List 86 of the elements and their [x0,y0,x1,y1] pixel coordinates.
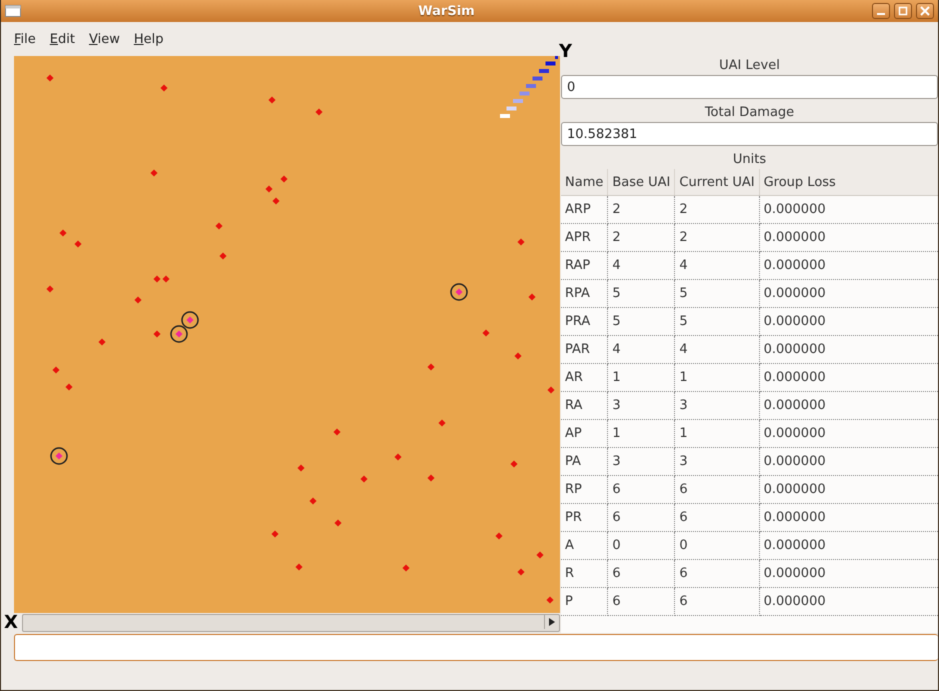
table-cell: 1 [674,420,760,448]
table-cell: ARP [561,196,608,224]
table-cell: PR [561,504,608,532]
table-cell: 0.000000 [759,588,938,616]
table-cell: 3 [674,392,760,420]
table-cell: 0.000000 [759,504,938,532]
table-cell: 6 [608,476,675,504]
table-cell: P [561,588,608,616]
table-cell: 0 [608,532,675,560]
column-header[interactable]: Current UAI [674,169,760,196]
table-cell: 1 [608,420,675,448]
menu-item[interactable]: View [84,30,125,48]
y-axis-label: Y [558,43,572,61]
table-cell: 4 [608,336,675,364]
table-cell: 5 [608,280,675,308]
command-field[interactable] [14,634,938,661]
table-cell: 1 [608,364,675,392]
right-arrow-icon [549,618,555,626]
column-header[interactable]: Group Loss [759,169,938,196]
table-cell: 6 [608,560,675,588]
table-cell: 1 [674,364,760,392]
menu-item[interactable]: File [9,30,41,48]
table-cell: PA [561,448,608,476]
table-cell: 0.000000 [759,420,938,448]
table-cell: 2 [674,224,760,252]
table-cell: 6 [608,504,675,532]
menu-item[interactable]: Edit [44,30,80,48]
uai-level-label: UAI Level [718,57,781,75]
table-cell: RAP [561,252,608,280]
table-cell: 0.000000 [759,476,938,504]
x-axis-label: X [4,614,19,632]
table-cell: AP [561,420,608,448]
table-cell: APR [561,224,608,252]
minimize-button[interactable] [872,3,890,19]
table-cell: 4 [674,252,760,280]
table-cell: 0.000000 [759,224,938,252]
horizontal-scrollbar[interactable] [22,614,560,632]
table-cell: 0.000000 [759,560,938,588]
column-header[interactable]: Name [561,169,608,196]
table-cell: 5 [608,308,675,336]
maximize-icon [898,6,908,16]
table-cell: 6 [674,560,760,588]
table-cell: 0.000000 [759,336,938,364]
table-cell: 2 [674,196,760,224]
maximize-button[interactable] [894,3,912,19]
table-cell: 3 [608,392,675,420]
close-icon [920,6,930,16]
total-damage-field[interactable]: 10.582381 [561,122,938,146]
table-cell: 0.000000 [759,196,938,224]
table-cell: 0.000000 [759,252,938,280]
minimize-icon [877,13,885,15]
table-cell: R [561,560,608,588]
table-cell: 0.000000 [759,280,938,308]
table-cell: 5 [674,308,760,336]
table-cell: 4 [674,336,760,364]
table-cell: 6 [674,504,760,532]
table-cell: A [561,532,608,560]
table-cell: PAR [561,336,608,364]
table-cell: 0.000000 [759,532,938,560]
table-cell: PRA [561,308,608,336]
units-label: Units [732,151,768,169]
menu-item[interactable]: Help [128,30,168,48]
table-cell: 4 [608,252,675,280]
table-cell: 0.000000 [759,308,938,336]
table-cell: 2 [608,196,675,224]
total-damage-label: Total Damage [704,104,796,122]
table-cell: 3 [674,448,760,476]
table-cell: 6 [674,476,760,504]
table-cell: 0.000000 [759,364,938,392]
window-title: WarSim [417,4,476,18]
table-cell: 5 [674,280,760,308]
table-cell: RP [561,476,608,504]
table-cell: AR [561,364,608,392]
table-cell: 0 [674,532,760,560]
uai-level-field[interactable]: 0 [561,75,938,99]
table-cell: 6 [608,588,675,616]
table-cell: 0.000000 [759,448,938,476]
table-cell: 3 [608,448,675,476]
table-cell: 6 [674,588,760,616]
column-header[interactable]: Base UAI [608,169,675,196]
table-cell: RA [561,392,608,420]
table-cell: 2 [608,224,675,252]
table-cell: RPA [561,280,608,308]
close-button[interactable] [916,3,934,19]
window-menu-icon[interactable] [5,5,21,17]
table-cell: 0.000000 [759,392,938,420]
